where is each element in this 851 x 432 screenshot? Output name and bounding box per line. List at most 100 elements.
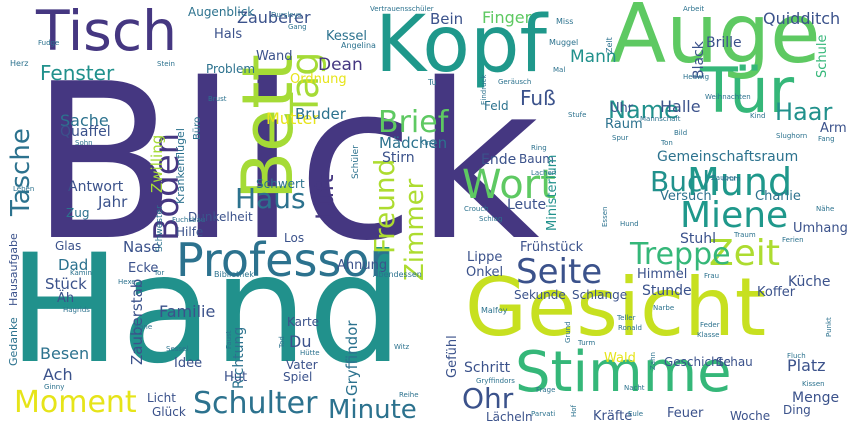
- word-schule: Schule: [815, 34, 830, 79]
- word-moment: Moment: [14, 385, 137, 420]
- word-leute: Leute: [507, 197, 547, 213]
- word-ach: Ach: [43, 365, 73, 384]
- word-fuchsbau: Fuchsbau: [172, 216, 206, 224]
- word-zug: Zug: [66, 206, 90, 220]
- word-arm: Arm: [820, 121, 847, 136]
- word-gryffindors: Gryffindors: [476, 377, 515, 385]
- word-wand: Wand: [256, 49, 293, 64]
- word-platz: Platz: [787, 356, 826, 375]
- word-abendessen: Abendessen: [373, 270, 422, 279]
- word-schau: Schau: [716, 355, 753, 369]
- word-gang: Gang: [288, 23, 307, 31]
- word-du: Du: [289, 332, 312, 351]
- word-karte: Karte: [287, 315, 320, 329]
- word-brille: Brille: [706, 35, 742, 51]
- word-schlange: Schlange: [572, 288, 628, 302]
- word-besen: Besen: [40, 344, 90, 363]
- word-crouch: Crouch: [464, 205, 489, 213]
- word-sohn: Sohn: [75, 139, 93, 147]
- word-charlie: Charlie: [755, 189, 801, 204]
- word-wald: Wald: [604, 351, 636, 366]
- word-hals: Hals: [214, 27, 243, 42]
- word-zelt: Zelt: [605, 37, 614, 53]
- word-essen: Essen: [601, 206, 609, 227]
- word-schwert: Schwert: [256, 177, 305, 191]
- word-leben: Leben: [13, 185, 35, 193]
- word-hut: Hut: [224, 370, 248, 385]
- word-miss: Miss: [556, 17, 574, 26]
- word-tu: Tu: [428, 78, 437, 87]
- word-zahn: Zahn: [649, 352, 657, 370]
- word-fang: Fang: [818, 135, 835, 143]
- word-onkel: Onkel: [466, 265, 504, 280]
- word-gemeinschaftsraum: Gemeinschaftsraum: [657, 149, 799, 165]
- word-hilfe: Hilfe: [176, 225, 204, 239]
- word-raum: Raum: [605, 117, 643, 132]
- word-mal: Mal: [553, 66, 566, 74]
- word-umhang: Umhang: [793, 221, 848, 236]
- word-dursleys: Dursleys: [271, 11, 302, 19]
- word-ministerium: Ministerium: [545, 154, 560, 231]
- word-weihnachten: Weihnachten: [705, 93, 751, 101]
- word-stunde: Stunde: [642, 283, 692, 299]
- word-hof: Hof: [570, 404, 578, 417]
- word-brust: Brust: [208, 95, 227, 103]
- word-turm: Turm: [578, 339, 596, 347]
- word-zimmer: Zimmer: [400, 178, 430, 281]
- word-narbe: Narbe: [653, 304, 675, 312]
- word-stein: Stein: [157, 60, 175, 68]
- word-glas: Glas: [55, 239, 82, 253]
- word-tor: Tor: [154, 269, 165, 277]
- word-feld: Feld: [484, 99, 509, 113]
- word-lachen: Lachen: [531, 169, 557, 177]
- word-slughorn: Slughorn: [776, 132, 808, 140]
- word-idee: Idee: [174, 356, 203, 371]
- word-zauberstab: Zauberstab: [128, 278, 146, 365]
- word-grund: Grund: [564, 321, 572, 343]
- word-gesicht: Gesicht: [465, 261, 767, 354]
- word-frage: Frage: [536, 386, 556, 394]
- word-sekunde: Sekunde: [514, 288, 566, 302]
- word-woche: Woche: [730, 409, 771, 423]
- word-büro: Büro: [192, 116, 203, 140]
- word-antwort: Antwort: [68, 179, 124, 195]
- word-problem: Problem: [206, 62, 256, 76]
- word-stuhl: Stuhl: [680, 231, 717, 247]
- word-punkt: Punkt: [825, 317, 833, 337]
- word-herz: Herz: [10, 59, 29, 68]
- word-geräusch: Geräusch: [498, 78, 532, 86]
- word-feder: Feder: [700, 321, 720, 329]
- word-jahr: Jahr: [98, 193, 128, 211]
- word-kind: Kind: [750, 112, 766, 120]
- word-halle: Halle: [660, 97, 701, 116]
- word-himmel: Himmel: [637, 267, 688, 282]
- word-kamin: Kamin: [70, 269, 92, 277]
- word-fenster: Fenster: [40, 61, 115, 85]
- word-malfoy: Malfoy: [481, 306, 508, 315]
- word-gryffindor: Gryffindor: [343, 320, 361, 396]
- word-bild: Bild: [674, 129, 688, 137]
- word-nacht: Nacht: [624, 384, 645, 392]
- word-hütte: Hütte: [300, 349, 320, 357]
- word-freund: Freund: [368, 158, 401, 254]
- word-schüler: Schüler: [351, 145, 361, 179]
- word-muggel: Muggel: [549, 38, 579, 47]
- word-klasse: Klasse: [697, 331, 720, 339]
- word-bein: Bein: [430, 10, 464, 28]
- word-zwilling: Zwilling: [148, 134, 166, 193]
- word-schwester: Schwester: [155, 205, 165, 252]
- word-fuß: Fuß: [520, 86, 556, 110]
- word-hagrids: Hagrids: [63, 306, 90, 314]
- word-vertrauensschüler: Vertrauensschüler: [370, 5, 434, 13]
- word-lächeln: Lächeln: [486, 410, 533, 424]
- word-mannschaft: Mannschaft: [640, 115, 681, 123]
- word-quaffel: Quaffel: [60, 124, 111, 140]
- word-mädchen: Mädchen: [379, 134, 448, 152]
- word-schritt: Schritt: [464, 360, 511, 376]
- word-teller: Teller: [617, 314, 636, 322]
- word-uhr: Uhr: [610, 101, 634, 116]
- word-hedwig: Hedwig: [683, 73, 710, 81]
- word-versuch: Versuch: [660, 189, 712, 204]
- word-tasche: Tasche: [6, 128, 36, 216]
- word-gedanke: Gedanke: [7, 317, 20, 366]
